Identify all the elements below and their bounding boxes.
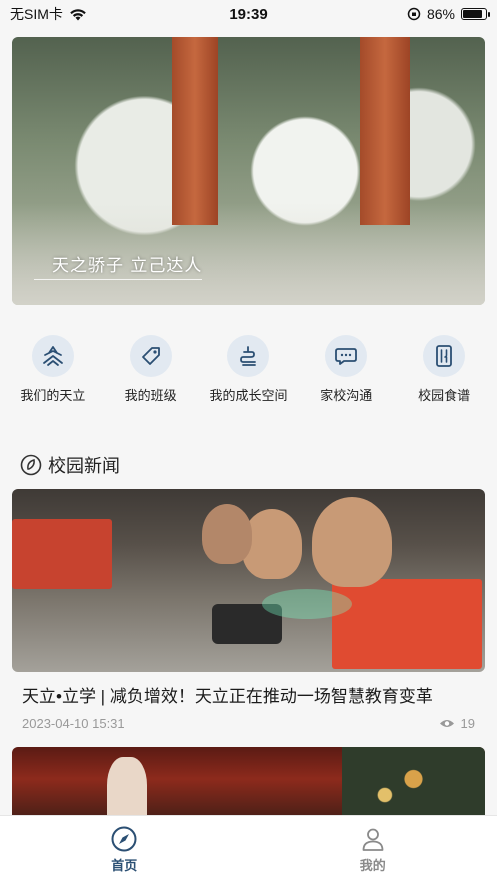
battery-icon: [461, 8, 490, 20]
news-view-count: 19: [460, 716, 475, 731]
news-date: 2023-04-10 15:31: [22, 716, 125, 731]
status-right: 86%: [407, 6, 490, 22]
tab-bar: 首页 我的: [0, 815, 497, 883]
user-icon: [362, 828, 384, 851]
compass-icon: [111, 826, 137, 852]
orientation-lock-icon: [407, 7, 421, 21]
news-views: 19: [439, 716, 475, 731]
carrier-text: 无SIM卡: [10, 6, 63, 22]
image-child: [312, 497, 392, 587]
tag-icon: [129, 335, 172, 377]
quick-nav-label: 我们的天立: [20, 389, 86, 404]
news-meta: 2023-04-10 15:31 19: [12, 716, 485, 731]
tab-home-label: 首页: [111, 858, 138, 873]
battery-fill: [463, 10, 482, 18]
quick-nav-label: 我的班级: [124, 389, 177, 404]
tab-me-label: 我的: [359, 858, 386, 873]
hero-pillar: [360, 37, 410, 225]
news-image: [12, 489, 485, 672]
quick-nav-label: 家校沟通: [320, 389, 373, 404]
status-bar: 无SIM卡 19:39 86%: [0, 0, 497, 28]
school-logo-icon: [31, 335, 74, 377]
battery-percent: 86%: [426, 6, 455, 22]
hero-banner[interactable]: 天之骄子 立己达人: [12, 37, 485, 305]
section-title-campus-news: 校园新闻: [20, 452, 120, 478]
image-brick: [332, 579, 482, 669]
growth-icon: [227, 335, 270, 377]
hero-caption: 天之骄子 立己达人: [52, 256, 203, 276]
tab-me[interactable]: 我的: [313, 826, 433, 883]
image-child: [202, 504, 252, 564]
quick-nav-my-class[interactable]: 我的班级: [103, 335, 199, 415]
hero-pillar: [172, 37, 218, 225]
quick-nav: 我们的天立 我的班级 我的成长空间 家校沟通 校园食谱: [0, 335, 497, 415]
quick-nav-home-school[interactable]: 家校沟通: [298, 335, 394, 415]
quick-nav-label: 我的成长空间: [209, 389, 288, 404]
eye-icon: [439, 720, 454, 727]
news-card[interactable]: 天立•立学 | 减负增效！天立正在推动一场智慧教育变革 2023-04-10 1…: [12, 489, 485, 731]
leaf-icon: [20, 454, 42, 476]
quick-nav-food-menu[interactable]: 校园食谱: [396, 335, 492, 415]
quick-nav-label: 校园食谱: [418, 389, 471, 404]
wifi-icon: [70, 8, 86, 20]
hero-caption-line: [34, 279, 202, 280]
news-title[interactable]: 天立•立学 | 减负增效！天立正在推动一场智慧教育变革: [12, 682, 485, 707]
food-menu-icon: [423, 335, 466, 377]
tab-home[interactable]: 首页: [64, 826, 184, 883]
chat-icon: [325, 335, 368, 377]
image-brick: [12, 519, 112, 589]
quick-nav-growth-space[interactable]: 我的成长空间: [200, 335, 296, 415]
image-glow: [262, 589, 352, 619]
status-left: 无SIM卡: [10, 4, 87, 24]
quick-nav-our-school[interactable]: 我们的天立: [5, 335, 101, 415]
section-title-text: 校园新闻: [48, 456, 120, 477]
